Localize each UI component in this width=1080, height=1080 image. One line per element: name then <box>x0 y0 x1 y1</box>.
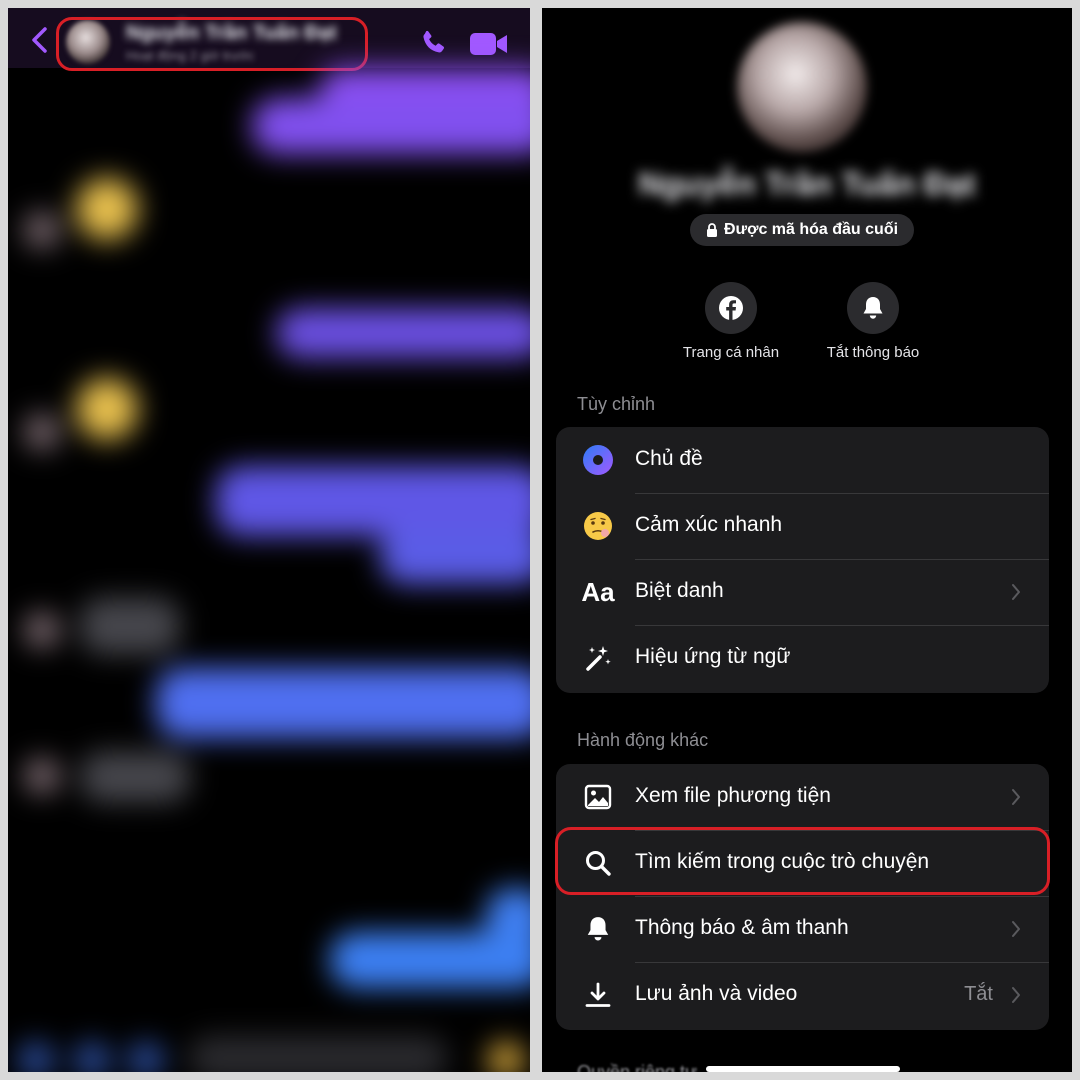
row-label: Chủ đề <box>635 447 703 470</box>
row-label: Lưu ảnh và video <box>635 982 798 1005</box>
theme-icon <box>582 444 614 476</box>
message-bubble <box>380 528 530 584</box>
phone-call-icon[interactable] <box>418 28 448 58</box>
mute-action-button[interactable] <box>847 282 899 334</box>
chevron-right-icon <box>1012 789 1020 805</box>
divider <box>635 559 1049 560</box>
message-bubble <box>276 308 530 358</box>
composer-icon <box>488 1042 524 1072</box>
divider <box>635 625 1049 626</box>
composer-icon <box>18 1042 54 1072</box>
row-label: Thông báo & âm thanh <box>635 916 849 939</box>
section-title-more-actions: Hành động khác <box>577 730 709 750</box>
row-nickname[interactable]: Aa Biệt danh <box>556 559 1049 625</box>
sender-avatar <box>24 758 60 794</box>
more-actions-group: Xem file phương tiện Tìm kiếm trong cuộc… <box>556 764 1049 1030</box>
encryption-badge-label: Được mã hóa đầu cuối <box>723 221 899 238</box>
row-word-effects[interactable]: Hiệu ứng từ ngữ <box>556 625 1049 691</box>
back-chevron-icon[interactable] <box>28 26 52 54</box>
bell-icon <box>582 913 614 945</box>
section-title-partial: Quyền riêng tư <box>577 1062 698 1072</box>
divider <box>635 962 1049 963</box>
blurred-messages <box>8 68 530 1072</box>
row-label: Cảm xúc nhanh <box>635 513 783 536</box>
nickname-aa-icon: Aa <box>581 576 615 607</box>
row-save-photos-videos[interactable]: Lưu ảnh và video Tắt <box>556 962 1049 1028</box>
message-bubble-received <box>80 598 180 654</box>
header-highlight-outline <box>56 17 368 71</box>
mute-action-label: Tắt thông báo <box>826 344 920 361</box>
home-indicator <box>706 1066 900 1072</box>
chevron-right-icon <box>1012 987 1020 1003</box>
message-bubble <box>156 668 530 738</box>
save-setting-value: Tắt <box>964 983 993 1005</box>
chevron-right-icon <box>1012 584 1020 600</box>
row-label: Hiệu ứng từ ngữ <box>635 645 791 668</box>
row-quick-reaction[interactable]: Cảm xúc nhanh <box>556 493 1049 559</box>
message-bubble <box>330 932 530 988</box>
row-view-media[interactable]: Xem file phương tiện <box>556 764 1049 830</box>
message-bubble <box>252 98 530 154</box>
chat-screen: Nguyễn Trần Tuấn Đạt Hoạt động 2 giờ trư… <box>8 8 530 1072</box>
emoji-message <box>76 378 138 440</box>
conversation-settings-screen: Nguyễn Trần Tuấn Đạt Được mã hóa đầu cuố… <box>542 8 1072 1072</box>
lock-icon <box>706 223 717 237</box>
quick-reaction-emoji-icon <box>582 510 614 542</box>
message-bubble <box>216 466 530 536</box>
chevron-right-icon <box>1012 921 1020 937</box>
row-notifications-sounds[interactable]: Thông báo & âm thanh <box>556 896 1049 962</box>
composer-icon <box>74 1042 110 1072</box>
message-bubble-received <box>80 752 190 802</box>
sender-avatar <box>24 612 60 648</box>
row-label: Xem file phương tiện <box>635 784 831 807</box>
encryption-badge[interactable]: Được mã hóa đầu cuối <box>690 214 914 246</box>
section-title-customize: Tùy chỉnh <box>577 394 656 414</box>
download-icon <box>582 979 614 1011</box>
emoji-message <box>76 178 138 240</box>
profile-action-button[interactable] <box>705 282 757 334</box>
row-theme[interactable]: Chủ đề <box>556 427 1049 493</box>
search-row-highlight-outline <box>555 827 1050 895</box>
divider <box>635 493 1049 494</box>
composer-icon <box>128 1042 164 1072</box>
mute-action[interactable]: Tắt thông báo <box>783 282 963 361</box>
customize-group: Chủ đề Cảm xúc nhanh Aa Biệt danh Hiệu ứ… <box>556 427 1049 693</box>
message-input <box>188 1036 448 1072</box>
magic-wand-icon <box>582 642 614 674</box>
video-call-icon[interactable] <box>469 30 509 58</box>
profile-name: Nguyễn Trần Tuấn Đạt <box>638 166 976 202</box>
profile-avatar <box>737 22 867 152</box>
divider <box>635 896 1049 897</box>
image-icon <box>582 781 614 813</box>
bell-icon <box>863 297 883 319</box>
row-label: Biệt danh <box>635 579 724 602</box>
facebook-icon <box>719 296 743 320</box>
sender-avatar <box>24 212 60 248</box>
sender-avatar <box>24 414 60 450</box>
